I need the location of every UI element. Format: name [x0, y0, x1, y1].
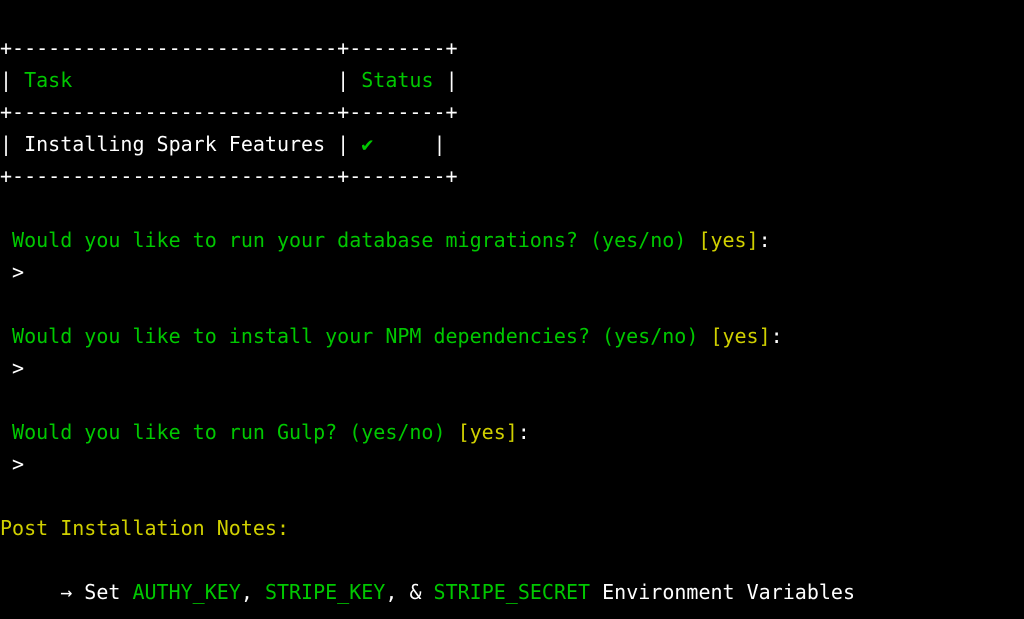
table-border-mid: +---------------------------+--------+: [0, 100, 458, 124]
table-header-status: Status: [361, 68, 433, 92]
pipe: |: [446, 68, 458, 92]
note-text: Set: [84, 580, 132, 604]
note-suffix: Environment Variables: [590, 580, 855, 604]
arrow-icon: →: [0, 580, 84, 604]
prompt-question-2: Would you like to install your NPM depen…: [0, 324, 710, 348]
env-var-3: STRIPE_SECRET: [434, 580, 591, 604]
section-title: Post Installation Notes:: [0, 516, 289, 540]
table-border-bottom: +---------------------------+--------+: [0, 164, 458, 188]
bracket: ]: [506, 420, 518, 444]
prompt-default-1: yes: [710, 228, 746, 252]
pad: [434, 68, 446, 92]
bracket: [: [458, 420, 470, 444]
prompt-question-1: Would you like to run your database migr…: [0, 228, 698, 252]
comma: ,: [241, 580, 265, 604]
pipe: |: [434, 132, 446, 156]
comma: ,: [385, 580, 409, 604]
table-border-top: +---------------------------+--------+: [0, 36, 458, 60]
bracket: [: [710, 324, 722, 348]
prompt-caret[interactable]: >: [0, 452, 36, 476]
env-var-2: STRIPE_KEY: [265, 580, 385, 604]
prompt-question-3: Would you like to run Gulp? (yes/no): [0, 420, 458, 444]
table-header-task: Task: [24, 68, 72, 92]
bracket: [: [698, 228, 710, 252]
pad: [373, 132, 433, 156]
env-var-1: AUTHY_KEY: [132, 580, 240, 604]
pipe: |: [337, 68, 349, 92]
bracket: ]: [759, 324, 771, 348]
prompt-default-3: yes: [470, 420, 506, 444]
prompt-default-2: yes: [722, 324, 758, 348]
table-row-task: Installing Spark Features: [24, 132, 325, 156]
colon: :: [771, 324, 783, 348]
prompt-caret[interactable]: >: [0, 260, 36, 284]
colon: :: [759, 228, 771, 252]
pad: [72, 68, 337, 92]
colon: :: [518, 420, 530, 444]
ampersand: &: [409, 580, 433, 604]
pipe: |: [0, 68, 12, 92]
pad: [325, 132, 337, 156]
pipe: |: [0, 132, 12, 156]
terminal-output: +---------------------------+--------+ |…: [0, 0, 1024, 608]
checkmark-icon: ✔: [361, 132, 373, 156]
prompt-caret[interactable]: >: [0, 356, 36, 380]
bracket: ]: [747, 228, 759, 252]
pipe: |: [337, 132, 349, 156]
